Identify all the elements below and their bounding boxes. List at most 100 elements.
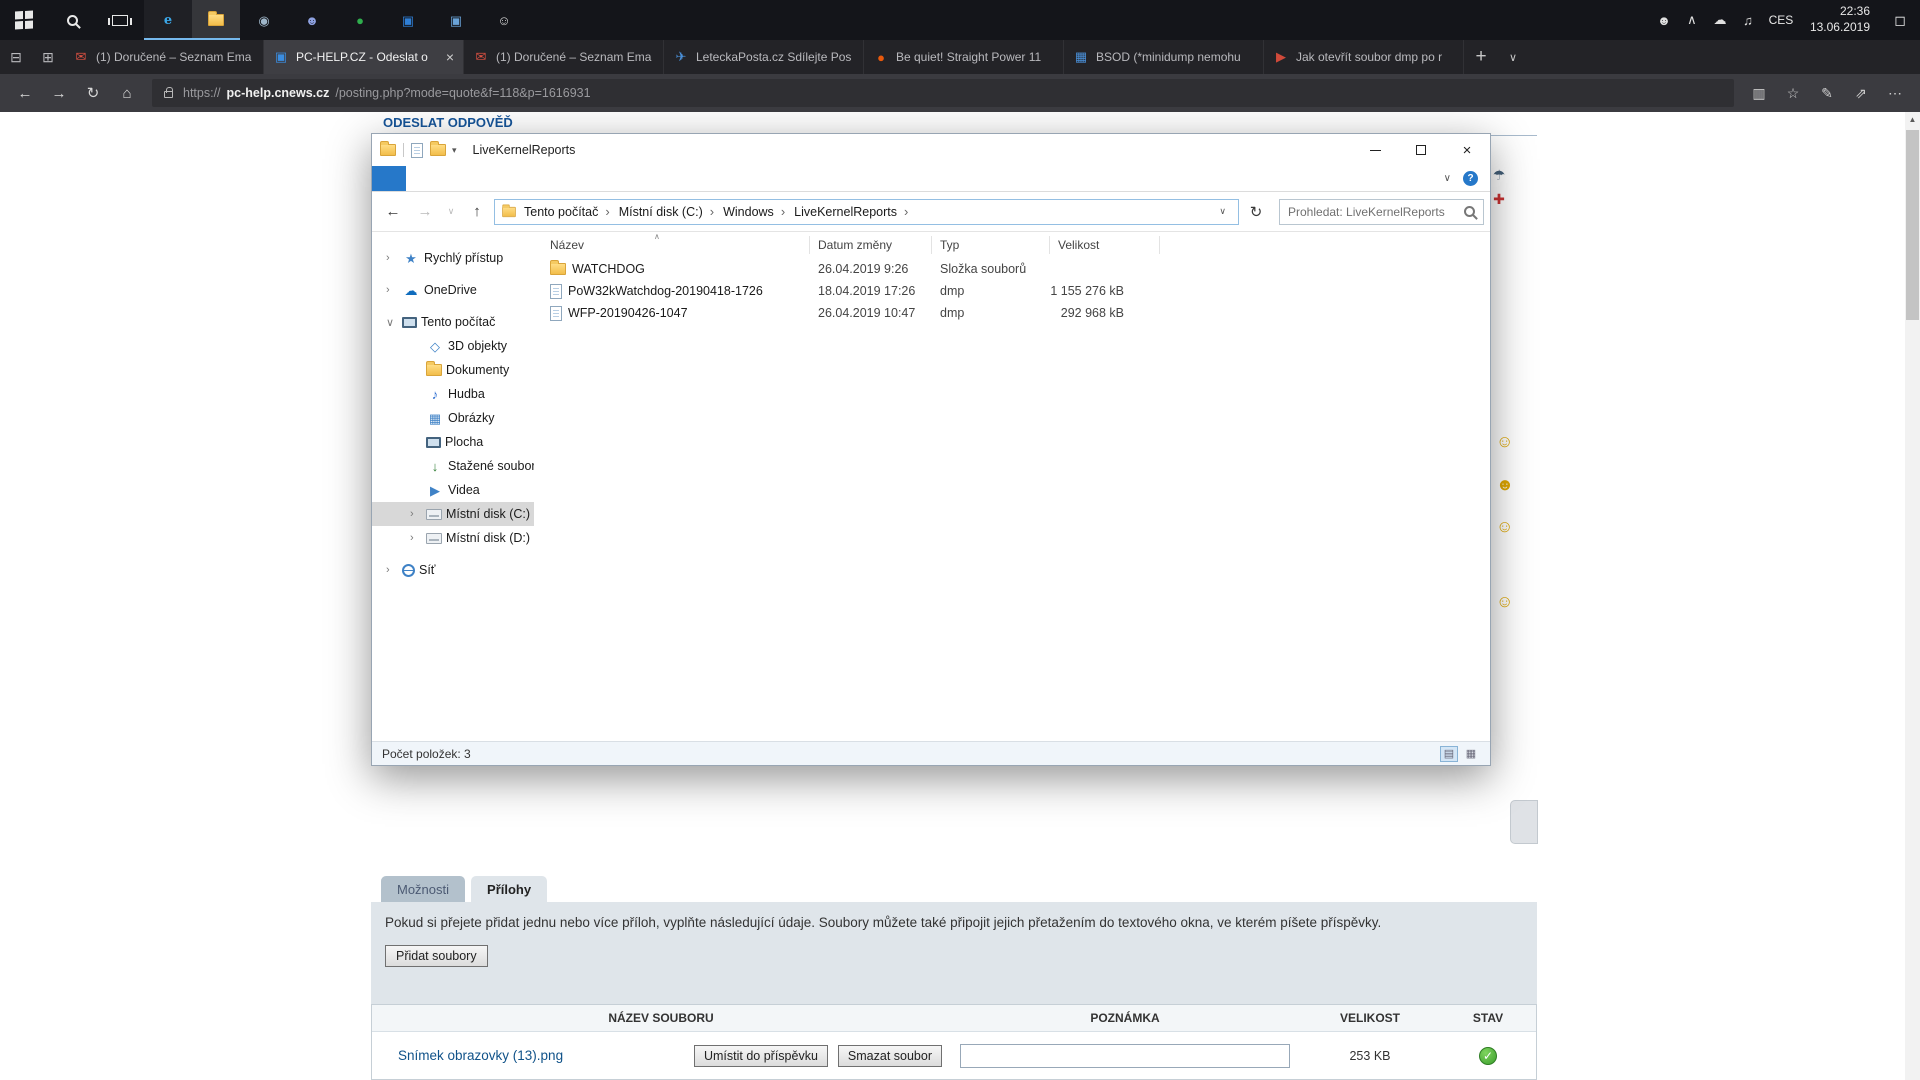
more-options-icon[interactable]: ⋯ — [1878, 85, 1912, 102]
share-icon[interactable]: ⇗ — [1844, 85, 1878, 102]
browser-tab[interactable]: ▦ BSOD (*minidump nemohu × — [1064, 40, 1264, 74]
sidebar-item[interactable]: ◇ 3D objekty — [372, 334, 534, 358]
sidebar-item[interactable]: › ★ Rychlý přístup — [372, 246, 534, 270]
scrollbar-thumb[interactable] — [1906, 130, 1919, 320]
qat-new-folder-icon[interactable] — [430, 144, 446, 156]
browser-tab[interactable]: ✉ (1) Doručené – Seznam Ema × — [464, 40, 664, 74]
breadcrumb-item[interactable]: Windows — [718, 205, 779, 219]
expand-chevron-icon[interactable]: › — [410, 532, 422, 544]
qat-customize-icon[interactable]: ▾ — [452, 145, 457, 156]
ribbon-tab[interactable] — [434, 166, 462, 191]
tabs-set-aside-icon[interactable]: ⊟ — [0, 40, 32, 74]
ribbon-expand-icon[interactable]: ∨ — [1432, 166, 1463, 191]
people-icon[interactable]: ☻ — [1650, 13, 1678, 28]
sidebar-item[interactable]: ▶ Videa — [372, 478, 534, 502]
back-button[interactable]: ← — [8, 78, 42, 108]
new-tab-button[interactable]: + — [1464, 40, 1498, 74]
browser-tab[interactable]: ✈ LeteckaPosta.cz Sdílejte Pos × — [664, 40, 864, 74]
attachment-filename-link[interactable]: Snímek obrazovky (13).png — [398, 1048, 563, 1063]
breadcrumb-item[interactable]: LiveKernelReports — [789, 205, 902, 219]
expand-chevron-icon[interactable]: › — [386, 252, 398, 264]
explorer-address-bar[interactable]: Tento počítač › Místní disk (C:) › Windo… — [494, 199, 1239, 225]
taskbar-app-button[interactable]: ▣ — [384, 0, 432, 40]
expand-chevron-icon[interactable]: › — [386, 564, 398, 576]
scroll-up-icon[interactable]: ▲ — [1905, 112, 1920, 128]
sidebar-item[interactable]: Plocha — [372, 430, 534, 454]
taskbar-clock[interactable]: 22:36 13.06.2019 — [1800, 4, 1880, 35]
breadcrumb-chevron-icon[interactable]: › — [603, 204, 611, 219]
breadcrumb-chevron-icon[interactable]: › — [708, 204, 716, 219]
qat-properties-icon[interactable] — [411, 143, 423, 158]
refresh-button[interactable]: ↻ — [76, 78, 110, 108]
explorer-search-box[interactable]: Prohledat: LiveKernelReports — [1279, 199, 1484, 225]
minimize-button[interactable] — [1352, 134, 1398, 166]
sidebar-item[interactable]: › Síť — [372, 558, 534, 582]
browser-tab[interactable]: ✉ (1) Doručené – Seznam Ema × — [64, 40, 264, 74]
smiley-icon[interactable]: ☺ — [1496, 592, 1513, 612]
recent-locations-icon[interactable]: ∨ — [442, 198, 460, 226]
taskbar-app-button[interactable]: ▣ — [432, 0, 480, 40]
taskbar-search-button[interactable] — [48, 0, 96, 40]
taskbar-app-button[interactable]: e — [144, 0, 192, 40]
browser-tab[interactable]: ▶ Jak otevřít soubor dmp po r × — [1264, 40, 1464, 74]
comment-input[interactable] — [960, 1044, 1290, 1068]
reading-view-icon[interactable]: ▥ — [1742, 85, 1776, 102]
tray-overflow-icon[interactable]: ∧ — [1678, 12, 1706, 28]
taskbar-app-button[interactable]: ☻ — [288, 0, 336, 40]
nav-up-button[interactable]: ↑ — [462, 198, 492, 226]
volume-icon[interactable]: ♫ — [1734, 13, 1762, 28]
breadcrumb-item[interactable]: Místní disk (C:) — [614, 205, 708, 219]
nav-back-button[interactable]: ← — [378, 198, 408, 226]
ribbon-tab[interactable] — [462, 166, 490, 191]
close-button[interactable]: × — [1444, 134, 1490, 166]
maximize-button[interactable] — [1398, 134, 1444, 166]
expand-chevron-icon[interactable]: › — [386, 284, 398, 296]
refresh-address-button[interactable]: ↻ — [1241, 198, 1271, 226]
taskbar-app-button[interactable]: ☺ — [480, 0, 528, 40]
column-date[interactable]: Datum změny — [810, 236, 932, 254]
forward-button[interactable]: → — [42, 78, 76, 108]
browser-tab[interactable]: ● Be quiet! Straight Power 11 × — [864, 40, 1064, 74]
set-tabs-aside-icon[interactable]: ⊞ — [32, 40, 64, 74]
file-row[interactable]: WATCHDOG 26.04.2019 9:26 Složka souborů — [534, 258, 1490, 280]
smiley-icon[interactable]: ☺ — [1496, 432, 1513, 452]
sidebar-item[interactable]: ▦ Obrázky — [372, 406, 534, 430]
sidebar-item[interactable]: › ☁ OneDrive — [372, 278, 534, 302]
help-icon[interactable]: ? — [1463, 171, 1478, 186]
expand-chevron-icon[interactable]: ∨ — [386, 316, 398, 329]
file-row[interactable]: PoW32kWatchdog-20190418-1726 18.04.2019 … — [534, 280, 1490, 302]
column-size[interactable]: Velikost — [1050, 236, 1160, 254]
page-scrollbar[interactable]: ▲ — [1905, 112, 1920, 1080]
breadcrumb-item[interactable]: Tento počítač — [519, 205, 603, 219]
breadcrumb-chevron-icon[interactable]: › — [779, 204, 787, 219]
smiley-icon[interactable]: ☺ — [1496, 517, 1513, 537]
task-view-button[interactable] — [96, 0, 144, 40]
nav-forward-button[interactable]: → — [410, 198, 440, 226]
action-center-icon[interactable]: ◻ — [1880, 12, 1920, 29]
sidebar-item[interactable]: ↓ Stažené soubory — [372, 454, 534, 478]
sidebar-item[interactable]: Dokumenty — [372, 358, 534, 382]
address-dropdown-icon[interactable]: ∨ — [1213, 206, 1232, 217]
sidebar-item[interactable]: ♪ Hudba — [372, 382, 534, 406]
browser-tab[interactable]: ▣ PC-HELP.CZ - Odeslat o × — [264, 40, 464, 74]
sidebar-item[interactable]: ∨ Tento počítač — [372, 310, 534, 334]
web-note-icon[interactable]: ✎ — [1810, 85, 1844, 102]
url-field[interactable]: https://pc-help.cnews.cz/posting.php?mod… — [152, 79, 1734, 107]
column-name[interactable]: Název — [534, 236, 810, 254]
favorites-star-icon[interactable]: ☆ — [1776, 85, 1810, 102]
file-row[interactable]: WFP-20190426-1047 26.04.2019 10:47 dmp 2… — [534, 302, 1490, 324]
tab-options[interactable]: Možnosti — [381, 876, 465, 902]
place-inline-button[interactable]: Umístit do příspěvku — [694, 1045, 828, 1067]
expand-chevron-icon[interactable]: › — [410, 508, 422, 520]
ribbon-tab[interactable] — [406, 166, 434, 191]
breadcrumb-chevron-icon[interactable]: › — [902, 204, 910, 219]
tab-attachments[interactable]: Přílohy — [471, 876, 547, 902]
smiley-icon[interactable]: ☻ — [1496, 475, 1514, 495]
column-type[interactable]: Typ — [932, 236, 1050, 254]
home-button[interactable]: ⌂ — [110, 78, 144, 108]
start-button[interactable] — [0, 0, 48, 40]
onedrive-icon[interactable]: ☁ — [1706, 12, 1734, 28]
delete-file-button[interactable]: Smazat soubor — [838, 1045, 942, 1067]
sidebar-item[interactable]: › Místní disk (D:) — [372, 526, 534, 550]
thumbnail-view-icon[interactable]: ▦ — [1462, 746, 1480, 762]
